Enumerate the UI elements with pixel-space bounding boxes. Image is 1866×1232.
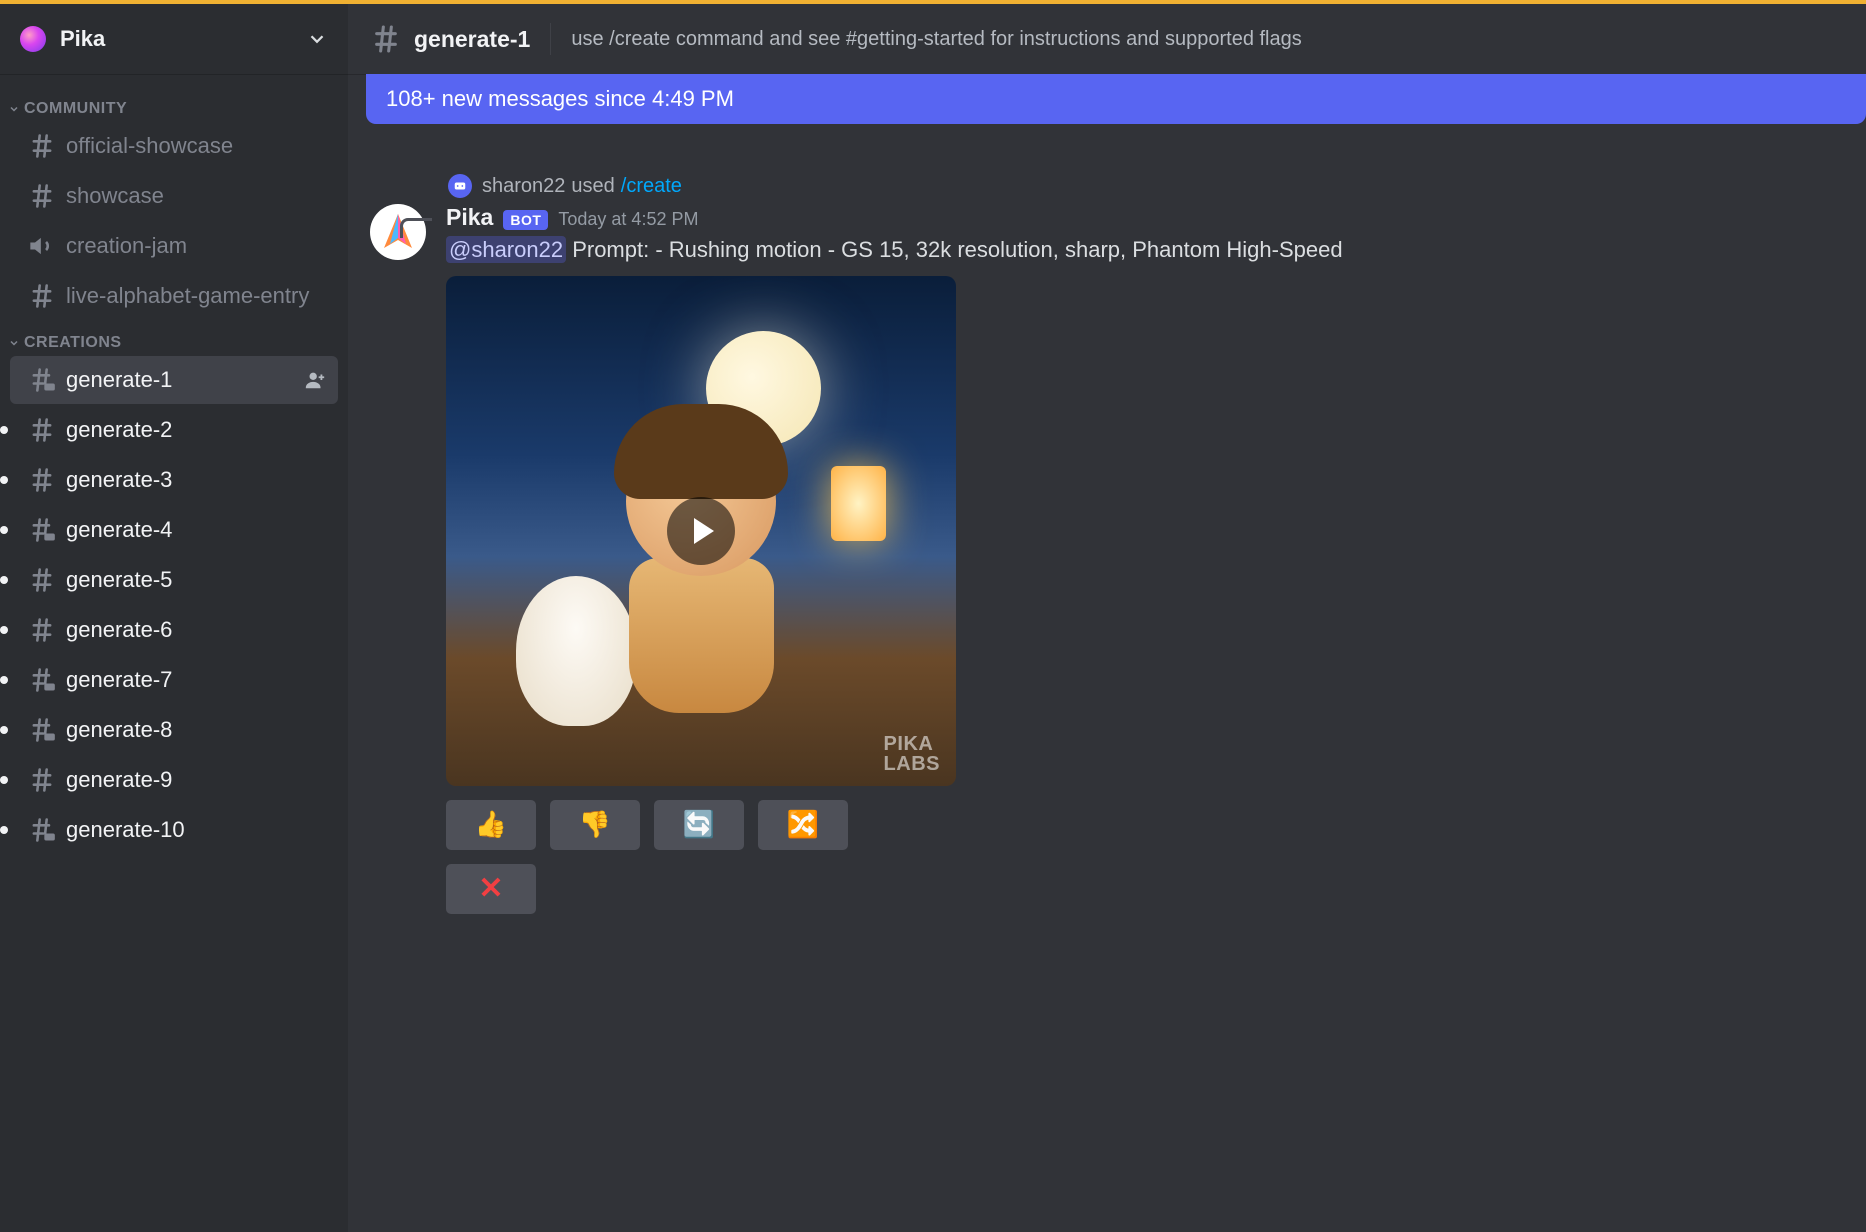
channel-generate-4[interactable]: generate-4 [10,506,338,554]
chat-header: generate-1 use /create command and see #… [348,4,1866,74]
channel-generate-2[interactable]: generate-2 [10,406,338,454]
play-icon [694,518,714,544]
channel-name: generate-8 [66,717,326,743]
hash-icon [28,366,56,394]
cancel-button[interactable]: ✕ [446,864,536,914]
play-button[interactable] [667,497,735,565]
new-messages-bar[interactable]: 108+ new messages since 4:49 PM [366,74,1866,124]
messages-area: sharon22 used /create Pika BOT Today at … [348,124,1866,1232]
channel-generate-6[interactable]: generate-6 [10,606,338,654]
hash-icon [28,416,56,444]
video-attachment[interactable]: PIKA LABS [446,276,956,786]
message-body-text: Prompt: - Rushing motion - GS 15, 32k re… [566,237,1343,262]
reply-context[interactable]: sharon22 used /create [448,174,1844,198]
channel-name: generate-5 [66,567,326,593]
hash-icon [28,282,56,310]
channel-name: generate-6 [66,617,326,643]
message-header: Pika BOT Today at 4:52 PM [446,204,1844,231]
hash-icon [28,566,56,594]
scene-character [581,426,821,746]
category-header[interactable]: COMMUNITY [0,88,348,120]
chevron-down-icon [8,103,20,115]
header-divider [550,23,551,55]
channel-name: generate-2 [66,417,326,443]
user-mention[interactable]: @sharon22 [446,236,566,263]
hash-icon [28,816,56,844]
channel-official-showcase[interactable]: official-showcase [10,122,338,170]
reply-command[interactable]: /create [621,175,682,198]
hash-icon [28,766,56,794]
channel-generate-7[interactable]: generate-7 [10,656,338,704]
shuffle-button[interactable]: 🔀 [758,800,848,850]
add-user-icon[interactable] [304,369,326,391]
hash-icon [28,666,56,694]
watermark: PIKA LABS [884,734,940,774]
chevron-down-icon [306,28,328,50]
channel-name: generate-4 [66,517,326,543]
reply-username: sharon22 [482,175,565,198]
channel-name: generate-1 [66,367,304,393]
channel-name: generate-7 [66,667,326,693]
channel-name: creation-jam [66,233,326,259]
channel-name: showcase [66,183,326,209]
scene-lamp [831,466,886,541]
message-author[interactable]: Pika [446,204,493,231]
hash-icon [28,516,56,544]
chat-main: generate-1 use /create command and see #… [348,4,1866,1232]
message-text: @sharon22 Prompt: - Rushing motion - GS … [446,235,1844,266]
channel-showcase[interactable]: showcase [10,172,338,220]
channel-name: generate-3 [66,467,326,493]
category-label: CREATIONS [24,334,122,352]
channel-live-alphabet-game-entry[interactable]: live-alphabet-game-entry [10,272,338,320]
thumbs-down-button[interactable]: 👎 [550,800,640,850]
hash-icon [28,716,56,744]
hash-icon [28,182,56,210]
message-timestamp: Today at 4:52 PM [558,209,698,230]
hash-icon [28,132,56,160]
category-header[interactable]: CREATIONS [0,322,348,354]
server-header[interactable]: Pika [0,4,348,74]
hash-icon [28,616,56,644]
channel-name: official-showcase [66,133,326,159]
server-name: Pika [60,26,306,52]
reply-spine [400,218,432,238]
action-row-2: ✕ [446,864,1844,914]
channel-generate-1[interactable]: generate-1 [10,356,338,404]
reply-used-label: used [571,175,614,198]
server-icon [20,26,46,52]
channel-generate-8[interactable]: generate-8 [10,706,338,754]
action-row-1: 👍 👎 🔄 🔀 [446,800,1844,850]
channel-generate-5[interactable]: generate-5 [10,556,338,604]
channel-name: generate-9 [66,767,326,793]
channel-generate-3[interactable]: generate-3 [10,456,338,504]
reply-avatar [448,174,472,198]
channel-generate-10[interactable]: generate-10 [10,806,338,854]
refresh-button[interactable]: 🔄 [654,800,744,850]
channel-topic: use /create command and see #getting-sta… [571,28,1301,51]
chevron-down-icon [8,337,20,349]
category-label: COMMUNITY [24,100,127,118]
hash-icon [28,466,56,494]
channel-name: generate-10 [66,817,326,843]
thumbs-up-button[interactable]: 👍 [446,800,536,850]
bot-tag: BOT [503,210,548,230]
channel-list: COMMUNITY official-showcase showcase creati… [0,74,348,1232]
message: sharon22 used /create Pika BOT Today at … [370,174,1844,914]
hash-icon [370,23,402,55]
channel-title: generate-1 [414,26,530,53]
channel-sidebar: Pika COMMUNITY official-showcase showcase c… [0,4,348,1232]
voice-icon [28,232,56,260]
channel-creation-jam[interactable]: creation-jam [10,222,338,270]
channel-name: live-alphabet-game-entry [66,283,326,309]
channel-generate-9[interactable]: generate-9 [10,756,338,804]
